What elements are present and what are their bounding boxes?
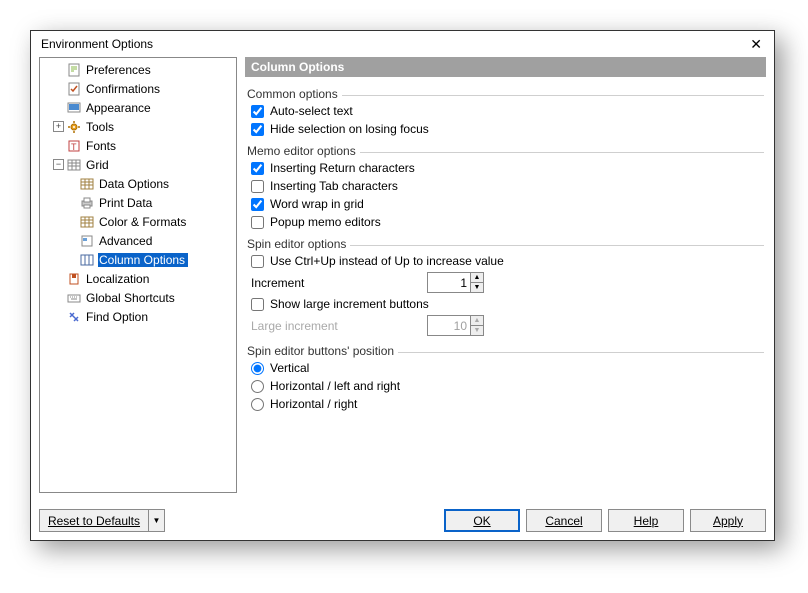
radio-vertical[interactable]: Vertical <box>251 359 760 377</box>
field-increment: Increment ▲ ▼ <box>251 270 760 295</box>
checkbox-auto-select[interactable]: Auto-select text <box>251 102 760 120</box>
reset-defaults-button[interactable]: Reset to Defaults ▼ <box>39 509 165 532</box>
keyboard-icon <box>66 290 82 306</box>
printer-icon <box>79 195 95 211</box>
radio-horizontal-r[interactable]: Horizontal / right <box>251 395 760 413</box>
checkbox-hide-selection[interactable]: Hide selection on losing focus <box>251 120 760 138</box>
window-title: Environment Options <box>41 37 153 51</box>
ok-button[interactable]: OK <box>444 509 520 532</box>
tree-item-grid[interactable]: − Grid <box>40 155 236 174</box>
tree-item-data-options[interactable]: Data Options <box>40 174 236 193</box>
checkbox-insert-tab[interactable]: Inserting Tab characters <box>251 177 760 195</box>
titlebar: Environment Options ✕ <box>31 31 774 55</box>
chevron-down-icon[interactable]: ▼ <box>149 509 165 532</box>
checkbox-show-large[interactable]: Show large increment buttons <box>251 295 760 313</box>
gear-icon <box>66 119 82 135</box>
checkbox-ctrl-up[interactable]: Use Ctrl+Up instead of Up to increase va… <box>251 252 760 270</box>
group-spin-position: Spin editor buttons' position Vertical H… <box>247 352 764 417</box>
group-common-options: Common options Auto-select text Hide sel… <box>247 95 764 142</box>
tree-item-confirmations[interactable]: Confirmations <box>40 79 236 98</box>
radio-horizontal-lr[interactable]: Horizontal / left and right <box>251 377 760 395</box>
table-icon <box>79 176 95 192</box>
tree-item-appearance[interactable]: Appearance <box>40 98 236 117</box>
group-memo-editor: Memo editor options Inserting Return cha… <box>247 152 764 235</box>
checkbox-insert-return[interactable]: Inserting Return characters <box>251 159 760 177</box>
tree-item-preferences[interactable]: Preferences <box>40 60 236 79</box>
large-increment-stepper: ▲ ▼ <box>427 315 484 336</box>
table-icon <box>79 214 95 230</box>
grid-icon <box>66 157 82 173</box>
cancel-button[interactable]: Cancel <box>526 509 602 532</box>
help-button[interactable]: Help <box>608 509 684 532</box>
confirm-icon <box>66 81 82 97</box>
field-large-increment: Large increment ▲ ▼ <box>251 313 760 338</box>
apply-button[interactable]: Apply <box>690 509 766 532</box>
tree-item-localization[interactable]: Localization <box>40 269 236 288</box>
tree-item-advanced[interactable]: Advanced <box>40 231 236 250</box>
tree-item-fonts[interactable]: T Fonts <box>40 136 236 155</box>
tree-item-global-shortcuts[interactable]: Global Shortcuts <box>40 288 236 307</box>
checkbox-popup-memo[interactable]: Popup memo editors <box>251 213 760 231</box>
tree-item-color-formats[interactable]: Color & Formats <box>40 212 236 231</box>
spin-up-icon: ▲ <box>471 316 483 326</box>
globe-icon <box>66 271 82 287</box>
options-panel: Column Options Common options Auto-selec… <box>245 57 766 493</box>
fonts-icon: T <box>66 138 82 154</box>
checkbox-word-wrap[interactable]: Word wrap in grid <box>251 195 760 213</box>
tree-item-print-data[interactable]: Print Data <box>40 193 236 212</box>
tree-item-column-options[interactable]: Column Options <box>40 250 236 269</box>
close-icon[interactable]: ✕ <box>746 37 766 51</box>
columns-icon <box>79 252 95 268</box>
dialog-footer: Reset to Defaults ▼ OK Cancel Help Apply <box>31 501 774 540</box>
doc-icon <box>66 62 82 78</box>
panel-title: Column Options <box>245 57 766 77</box>
search-icon <box>66 309 82 325</box>
tree-item-find-option[interactable]: Find Option <box>40 307 236 326</box>
collapse-icon[interactable]: − <box>53 159 64 170</box>
nav-tree[interactable]: Preferences Confirmations Appearance <box>39 57 237 493</box>
display-icon <box>66 100 82 116</box>
spin-up-icon[interactable]: ▲ <box>471 273 483 283</box>
spin-down-icon: ▼ <box>471 326 483 335</box>
spin-down-icon[interactable]: ▼ <box>471 283 483 292</box>
options-icon <box>79 233 95 249</box>
expand-icon[interactable]: + <box>53 121 64 132</box>
svg-text:T: T <box>71 142 77 152</box>
environment-options-dialog: Environment Options ✕ Preferences C <box>30 30 775 541</box>
increment-stepper[interactable]: ▲ ▼ <box>427 272 484 293</box>
group-spin-editor: Spin editor options Use Ctrl+Up instead … <box>247 245 764 342</box>
tree-item-tools[interactable]: + Tools <box>40 117 236 136</box>
dialog-body: Preferences Confirmations Appearance <box>31 55 774 501</box>
